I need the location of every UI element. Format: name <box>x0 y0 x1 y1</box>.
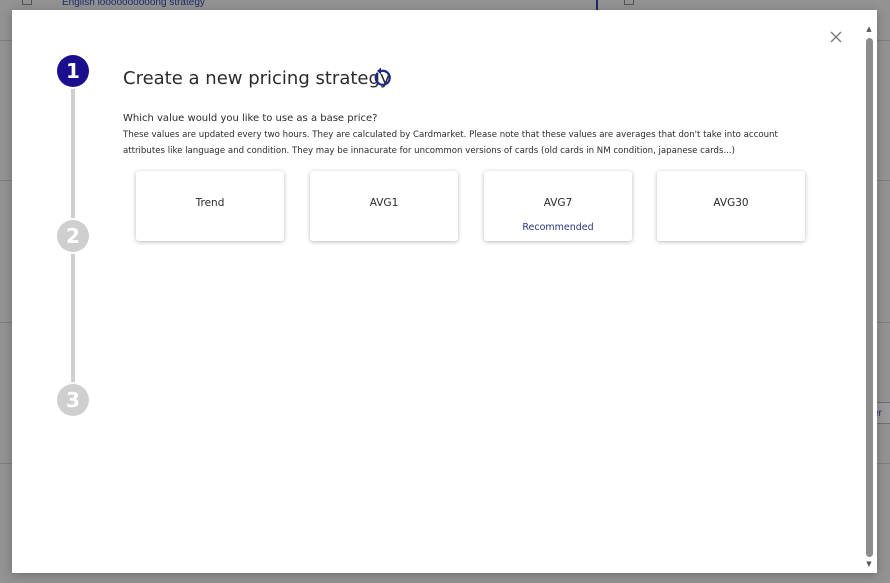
option-label: AVG30 <box>713 197 749 209</box>
reset-icon[interactable] <box>369 65 393 89</box>
option-avg30-card[interactable]: AVG30 <box>657 171 805 241</box>
option-avg7-card[interactable]: AVG7 Recommended <box>484 171 632 241</box>
modal-title: Create a new pricing strategy <box>123 68 391 89</box>
option-label: AVG1 <box>369 197 399 209</box>
option-trend-card[interactable]: Trend <box>136 171 284 241</box>
base-price-note: These values are updated every two hours… <box>123 130 778 156</box>
modal-scrollbar[interactable]: ▲ ▼ <box>864 24 874 569</box>
pricing-strategy-modal: ▲ ▼ 1 2 3 Create a new pricing strategy … <box>12 10 877 573</box>
step-1-indicator: 1 <box>57 55 89 87</box>
scroll-down-arrow-icon[interactable]: ▼ <box>864 559 874 569</box>
background-row-text: English loooooooooong strategy <box>62 0 205 8</box>
step-2-indicator: 2 <box>57 220 89 252</box>
option-label: Trend <box>195 197 225 209</box>
step-3-indicator: 3 <box>57 384 89 416</box>
scroll-up-arrow-icon[interactable]: ▲ <box>864 24 874 34</box>
close-icon[interactable] <box>827 28 845 46</box>
option-label: AVG7 <box>543 197 573 209</box>
option-avg1-card[interactable]: AVG1 <box>310 171 458 241</box>
scroll-thumb[interactable] <box>866 38 873 557</box>
background-divider <box>596 0 598 10</box>
recommended-badge: Recommended <box>522 222 594 233</box>
background-checkbox <box>22 0 32 5</box>
base-price-question: Which value would you like to use as a b… <box>123 113 378 124</box>
background-checkbox-right <box>624 0 634 5</box>
